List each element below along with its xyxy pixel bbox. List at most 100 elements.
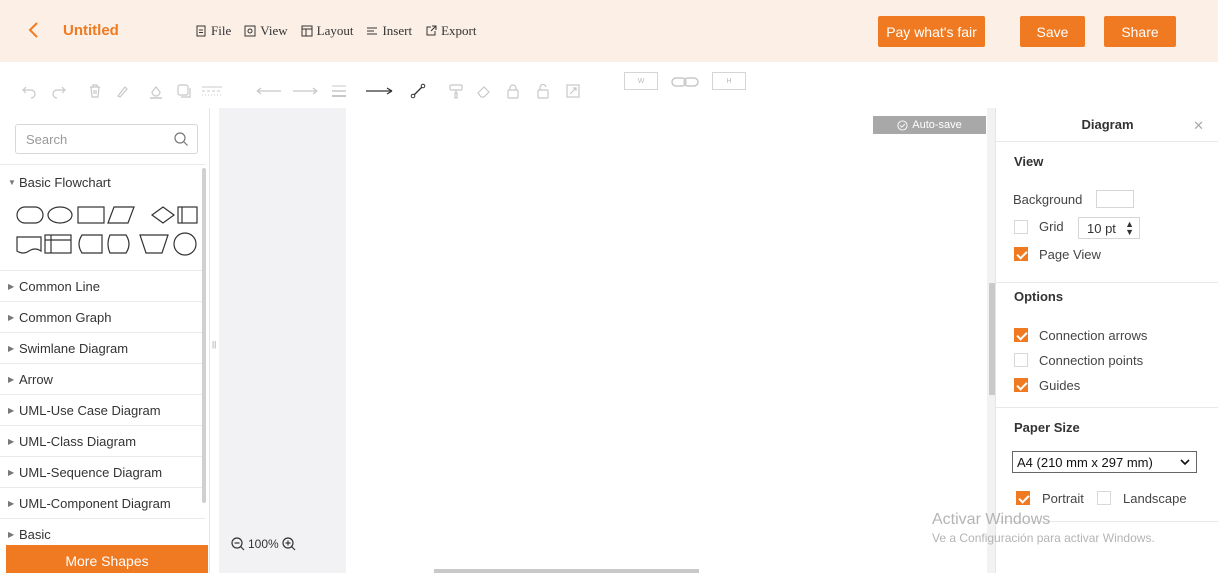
paper-size-select[interactable]: A4 (210 mm x 297 mm)	[1012, 451, 1197, 473]
grid-size-stepper[interactable]: 10 pt ▲ ▼	[1078, 217, 1140, 239]
canvas-horizontal-scrollbar[interactable]	[434, 569, 699, 573]
close-icon[interactable]: ✕	[1193, 118, 1204, 134]
pay-button[interactable]: Pay what's fair	[878, 16, 985, 47]
export-icon	[426, 25, 437, 36]
left-panel-scrollbar[interactable]	[202, 168, 206, 503]
section-label: Common Line	[19, 279, 100, 294]
spinner-icon[interactable]: ▲ ▼	[1125, 220, 1134, 237]
section-label: Common Graph	[19, 310, 112, 325]
options-heading: Options	[1014, 289, 1064, 304]
connection-points-checkbox[interactable]	[1014, 353, 1028, 367]
auto-save-label: Auto-save	[912, 119, 962, 131]
fill-color-icon[interactable]	[148, 83, 164, 99]
menu-insert[interactable]: Insert	[366, 23, 412, 39]
line-end-icon[interactable]	[292, 83, 318, 99]
link-icon[interactable]	[670, 74, 700, 90]
flowchart-shapes[interactable]	[16, 205, 198, 257]
landscape-label: Landscape	[1123, 491, 1187, 506]
zoom-out-icon[interactable]	[231, 537, 245, 551]
menu-file[interactable]: File	[195, 23, 231, 39]
grid-checkbox[interactable]	[1014, 220, 1028, 234]
search-placeholder: Search	[26, 132, 68, 147]
menu-insert-label: Insert	[382, 23, 413, 38]
format-painter-icon[interactable]	[448, 83, 464, 99]
save-button[interactable]: Save	[1020, 16, 1085, 47]
panel-splitter-handle[interactable]: ||	[212, 340, 216, 349]
section-basic-flowchart[interactable]: ▼ Basic Flowchart	[0, 164, 205, 195]
terminator-shape	[16, 206, 44, 224]
section-uml-use-case[interactable]: ▶ UML-Use Case Diagram	[0, 394, 205, 425]
paper-size-heading: Paper Size	[1014, 420, 1080, 435]
menu-view-label: View	[260, 23, 288, 38]
document-shape	[16, 236, 42, 254]
layout-icon	[301, 25, 313, 37]
shape-library-panel: Search ▼ Basic Flowchart ▶ Common Line ▶…	[0, 108, 210, 573]
chevron-left-icon[interactable]	[22, 18, 46, 42]
connection-arrows-checkbox[interactable]	[1014, 328, 1028, 342]
stored-data-shape	[107, 234, 130, 254]
eraser-icon[interactable]	[476, 83, 492, 99]
line-style-icon[interactable]	[201, 83, 223, 99]
display-shape	[78, 234, 103, 254]
divider	[996, 407, 1218, 408]
section-label: Arrow	[19, 372, 53, 387]
undo-icon[interactable]	[21, 83, 37, 99]
paper-size-value: A4 (210 mm x 297 mm)	[1017, 455, 1153, 470]
delete-icon[interactable]	[87, 83, 103, 99]
background-color-swatch[interactable]	[1096, 190, 1134, 208]
activation-watermark-title: Activar Windows	[932, 511, 1051, 528]
landscape-checkbox[interactable]	[1097, 491, 1111, 505]
unlock-icon[interactable]	[535, 83, 551, 99]
lock-icon[interactable]	[505, 83, 521, 99]
guides-checkbox[interactable]	[1014, 378, 1028, 392]
menu-view[interactable]: View	[244, 23, 288, 39]
portrait-checkbox[interactable]	[1016, 491, 1030, 505]
caret-right-icon: ▶	[8, 468, 15, 477]
zoom-level: 100%	[248, 537, 279, 551]
panel-title: Diagram	[996, 108, 1218, 142]
connector-shape	[173, 232, 197, 256]
section-uml-sequence[interactable]: ▶ UML-Sequence Diagram	[0, 456, 205, 487]
share-button[interactable]: Share	[1104, 16, 1176, 47]
auto-save-indicator: Auto-save	[873, 116, 986, 134]
caret-right-icon: ▶	[8, 437, 15, 446]
insert-icon	[367, 27, 378, 35]
width-field[interactable]: W	[624, 72, 658, 90]
diagram-page[interactable]	[346, 108, 987, 573]
line-start-icon[interactable]	[256, 83, 282, 99]
chevron-down-icon	[1180, 459, 1190, 466]
process-shape	[77, 206, 105, 224]
search-icon[interactable]	[173, 131, 189, 147]
check-circle-icon	[897, 119, 908, 131]
zoom-control: 100%	[231, 537, 296, 551]
redo-icon[interactable]	[51, 83, 67, 99]
data-shape	[107, 206, 135, 224]
grid-size-value: 10 pt	[1087, 221, 1116, 236]
section-common-line[interactable]: ▶ Common Line	[0, 270, 205, 301]
section-uml-component[interactable]: ▶ UML-Component Diagram	[0, 487, 205, 518]
fit-icon[interactable]	[565, 83, 581, 99]
menu-bar: File View Layout Insert Export	[195, 23, 476, 39]
connector-icon[interactable]	[365, 83, 393, 99]
zoom-in-icon[interactable]	[282, 537, 296, 551]
section-swimlane-diagram[interactable]: ▶ Swimlane Diagram	[0, 332, 205, 363]
menu-layout[interactable]: Layout	[301, 23, 353, 39]
waypoint-icon[interactable]	[410, 83, 426, 99]
search-input[interactable]: Search	[15, 124, 198, 154]
line-width-icon[interactable]	[331, 83, 347, 99]
document-title[interactable]: Untitled	[63, 22, 119, 39]
format-icon[interactable]	[115, 83, 131, 99]
section-uml-class[interactable]: ▶ UML-Class Diagram	[0, 425, 205, 456]
shadow-icon[interactable]	[176, 83, 192, 99]
caret-down-icon: ▼	[8, 178, 16, 187]
height-field[interactable]: H	[712, 72, 746, 90]
caret-right-icon: ▶	[8, 375, 15, 384]
section-arrow[interactable]: ▶ Arrow	[0, 363, 205, 394]
section-label: UML-Component Diagram	[19, 496, 171, 511]
page-view-checkbox[interactable]	[1014, 247, 1028, 261]
menu-export[interactable]: Export	[425, 23, 476, 39]
decision-shape	[150, 206, 176, 224]
more-shapes-button[interactable]: More Shapes	[6, 545, 208, 573]
manual-operation-shape	[139, 234, 169, 254]
section-common-graph[interactable]: ▶ Common Graph	[0, 301, 205, 332]
